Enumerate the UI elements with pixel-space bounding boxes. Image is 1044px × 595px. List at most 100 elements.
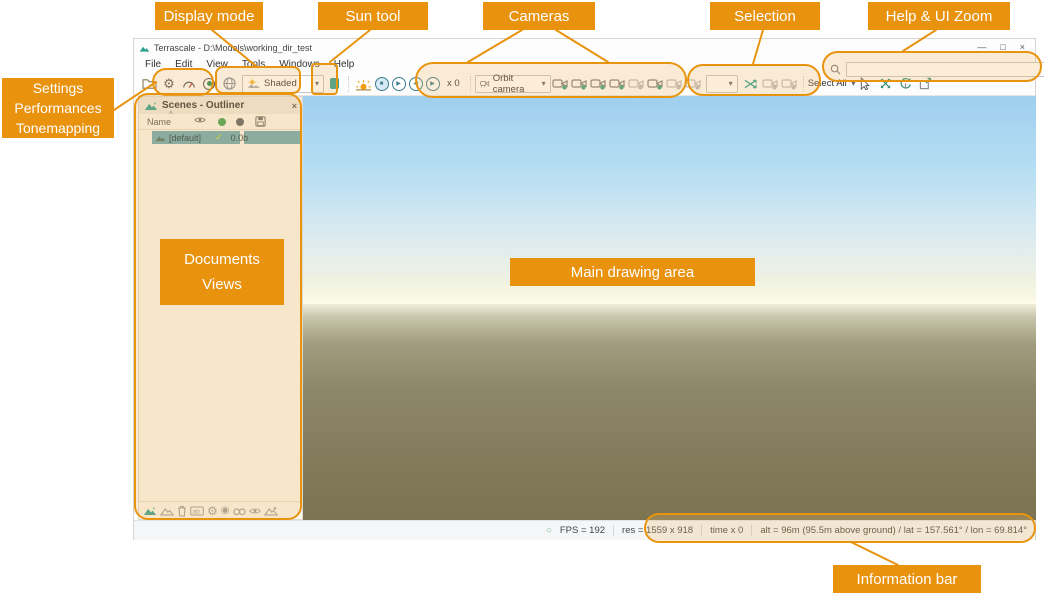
stop-button[interactable]: ■: [375, 77, 389, 91]
check-icon: ✓: [215, 132, 223, 143]
stop-icon: ■: [380, 81, 384, 87]
menu-windows[interactable]: Windows: [273, 59, 326, 70]
visibility-column-icon[interactable]: [194, 116, 206, 124]
scene-settings-button[interactable]: ⚙: [207, 504, 218, 518]
play-button[interactable]: ▶: [392, 77, 406, 91]
selection-mode-dropdown[interactable]: Select All ▾: [808, 78, 856, 89]
globe-icon: [223, 77, 236, 90]
camera-button-1[interactable]: [552, 78, 568, 90]
close-button[interactable]: ×: [1020, 42, 1025, 52]
open-folder-button[interactable]: [139, 74, 159, 94]
name-column-header[interactable]: Name: [147, 117, 171, 127]
camera-button-8[interactable]: [685, 78, 701, 90]
trash-icon: [177, 505, 187, 517]
toolbar-separator: [348, 76, 349, 92]
search-icon: [830, 64, 841, 75]
outliner-close-icon[interactable]: ×: [292, 101, 297, 111]
shaded-mode-icon: [247, 78, 261, 89]
camera-button-6[interactable]: [647, 78, 663, 90]
status-indicator-icon: ○: [546, 525, 552, 536]
rename-icon: ab: [190, 506, 204, 516]
performances-button[interactable]: [179, 74, 199, 94]
step-forward-button[interactable]: ▶: [426, 77, 440, 91]
focus-scene-button[interactable]: ◉: [221, 505, 230, 516]
swap-cameras-button[interactable]: [741, 74, 761, 94]
sun-icon: [355, 77, 372, 91]
callout-display-mode: Display mode: [155, 2, 263, 30]
environment-button[interactable]: [324, 74, 344, 94]
callout-settings-performances-tonemapping: Settings Performances Tonemapping: [2, 78, 114, 138]
add-scene-button[interactable]: [143, 506, 157, 516]
sun-tool-button[interactable]: [353, 74, 373, 94]
page-canvas: Terrascale - D:\Models\working_dir_test …: [0, 0, 1044, 595]
camera-button-9[interactable]: [762, 78, 778, 90]
moon-column-icon[interactable]: [236, 118, 244, 126]
camera-button-7[interactable]: [666, 78, 682, 90]
binoculars-icon: [233, 506, 246, 516]
camera-icon: [781, 78, 797, 90]
outliner-panel-title: Scenes - Outliner: [162, 100, 244, 111]
find-scene-button[interactable]: [233, 506, 246, 516]
scene-icon: [155, 134, 166, 142]
minimize-button[interactable]: —: [977, 42, 986, 52]
status-separator: [613, 525, 614, 536]
callout-sun-tool: Sun tool: [318, 2, 428, 30]
camera-icon: [609, 78, 625, 90]
menu-tools[interactable]: Tools: [236, 59, 271, 70]
duplicate-scene-button[interactable]: [160, 506, 174, 516]
chevron-down-icon: ▾: [315, 79, 319, 88]
camera-button-3[interactable]: [590, 78, 606, 90]
menu-edit[interactable]: Edit: [169, 59, 198, 70]
main-drawing-area[interactable]: [303, 96, 1036, 520]
step-forward-icon: ▶: [430, 80, 435, 87]
settings-button[interactable]: ⚙: [159, 74, 179, 94]
camera-tripod-icon: [480, 79, 490, 89]
camera-button-5[interactable]: [628, 78, 644, 90]
camera-button-2[interactable]: [571, 78, 587, 90]
rename-scene-button[interactable]: ab: [190, 506, 204, 516]
search-input[interactable]: [846, 62, 1044, 77]
outliner-title-bar: Scenes - Outliner ×: [139, 97, 302, 114]
menu-view[interactable]: View: [200, 59, 234, 70]
folder-icon: [142, 77, 157, 90]
maximize-button[interactable]: □: [1000, 42, 1005, 52]
scenes-icon: [144, 101, 158, 111]
status-separator: [751, 525, 752, 536]
status-separator: [701, 525, 702, 536]
scene-location-button[interactable]: [264, 506, 278, 516]
camera-button-10[interactable]: [781, 78, 797, 90]
sort-indicator: ^: [169, 110, 173, 119]
window-title: Terrascale - D:\Models\working_dir_test: [154, 43, 312, 53]
tonemapping-button[interactable]: [199, 74, 219, 94]
camera-icon: [647, 78, 663, 90]
step-back-button[interactable]: ◀: [409, 77, 423, 91]
camera-button-4[interactable]: [609, 78, 625, 90]
menu-file[interactable]: File: [139, 59, 167, 70]
callout-documents-views: Documents Views: [160, 239, 284, 305]
scenes-outliner-panel: Scenes - Outliner × ^ Name [default] ✓ 0…: [138, 96, 303, 520]
information-bar: ○ FPS = 192 res = 1559 x 918 time x 0 al…: [134, 520, 1035, 540]
menu-help[interactable]: Help: [328, 59, 361, 70]
svg-text:ab: ab: [193, 508, 201, 515]
scene-size: 0.0b: [231, 133, 249, 143]
outliner-empty-area: [139, 145, 302, 501]
world-button[interactable]: [219, 74, 239, 94]
time-multiplier-label: x 0: [447, 78, 460, 89]
display-mode-dropdown[interactable]: Shaded ▾: [242, 75, 324, 93]
camera-icon: [590, 78, 606, 90]
delete-scene-button[interactable]: [177, 505, 187, 517]
help-zoom-bar: − 100% +: [830, 59, 1044, 79]
save-column-icon[interactable]: [255, 116, 266, 127]
record-icon: ◉: [221, 505, 230, 516]
camera-mode-dropdown[interactable]: Orbit camera ▾: [475, 75, 551, 93]
add-scene-icon: [143, 506, 157, 516]
camera-select-combo[interactable]: ▾: [706, 75, 738, 93]
title-bar: Terrascale - D:\Models\working_dir_test …: [134, 39, 1035, 57]
callout-help-ui-zoom: Help & UI Zoom: [868, 2, 1010, 30]
sun-column-icon[interactable]: [218, 118, 226, 126]
toggle-visibility-button[interactable]: [249, 507, 261, 515]
time-value: time x 0: [710, 525, 743, 536]
scene-row-default[interactable]: [default] ✓ 0.0b: [139, 130, 302, 145]
eye-icon: [249, 507, 261, 515]
camera-icon: [571, 78, 587, 90]
